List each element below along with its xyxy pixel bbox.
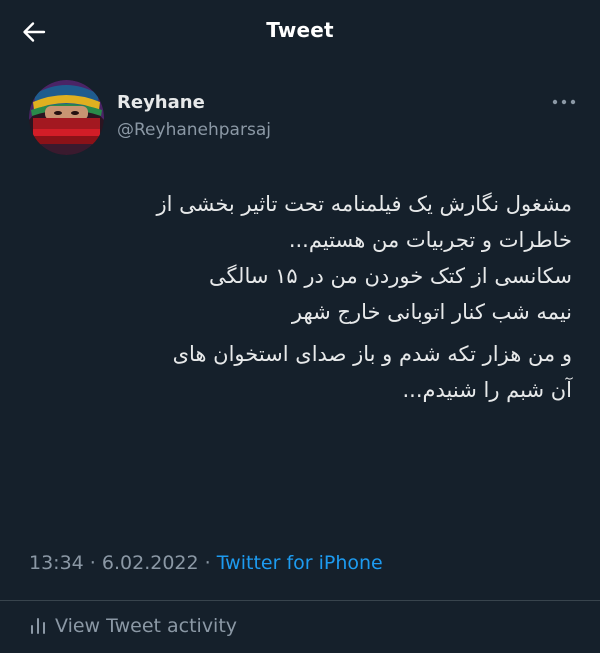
tweet-line: خاطرات و تجربیات من هستیم... xyxy=(288,228,572,252)
author-handle: @Reyhanehparsaj xyxy=(117,120,271,140)
tweet-text: مشغول نگارش یک فیلمنامه تحت تاثیر بخشی ا… xyxy=(20,186,572,408)
tweet-paragraph: و من هزار تکه شدم و باز صدای استخوان های… xyxy=(20,336,572,408)
more-options-button[interactable] xyxy=(549,94,579,110)
tweet-line: نیمه شب کنار اتوبانی خارج شهر xyxy=(291,300,572,324)
tweet-line: مشغول نگارش یک فیلمنامه تحت تاثیر بخشی ا… xyxy=(156,192,572,216)
meta-separator: · xyxy=(198,552,217,574)
tweet-time[interactable]: 13:34 xyxy=(29,552,84,574)
tweet-metadata: 13:34 · 6.02.2022 · Twitter for iPhone xyxy=(29,552,383,574)
avatar-photo xyxy=(29,80,104,155)
avatar[interactable] xyxy=(29,80,104,155)
top-bar: Tweet xyxy=(0,0,600,64)
tweet-author: Reyhane @Reyhanehparsaj xyxy=(29,80,579,160)
tweet-line: سکانسی از کتک خوردن من در ۱۵ سالگی xyxy=(208,264,572,288)
tweet-date[interactable]: 6.02.2022 xyxy=(102,552,199,574)
view-tweet-activity-button[interactable]: View Tweet activity xyxy=(29,613,237,639)
tweet-paragraph: مشغول نگارش یک فیلمنامه تحت تاثیر بخشی ا… xyxy=(20,186,572,330)
tweet-source-link[interactable]: Twitter for iPhone xyxy=(217,552,383,574)
divider xyxy=(0,600,600,601)
tweet-line: و من هزار تکه شدم و باز صدای استخوان های xyxy=(172,342,572,366)
meta-separator: · xyxy=(83,552,102,574)
bar-chart-icon xyxy=(31,618,45,634)
tweet-line: آن شبم را شنیدم... xyxy=(402,378,573,402)
view-tweet-activity-label: View Tweet activity xyxy=(55,615,238,637)
author-name[interactable]: Reyhane xyxy=(117,92,205,113)
page-title: Tweet xyxy=(266,18,334,42)
more-horizontal-icon xyxy=(552,99,576,105)
